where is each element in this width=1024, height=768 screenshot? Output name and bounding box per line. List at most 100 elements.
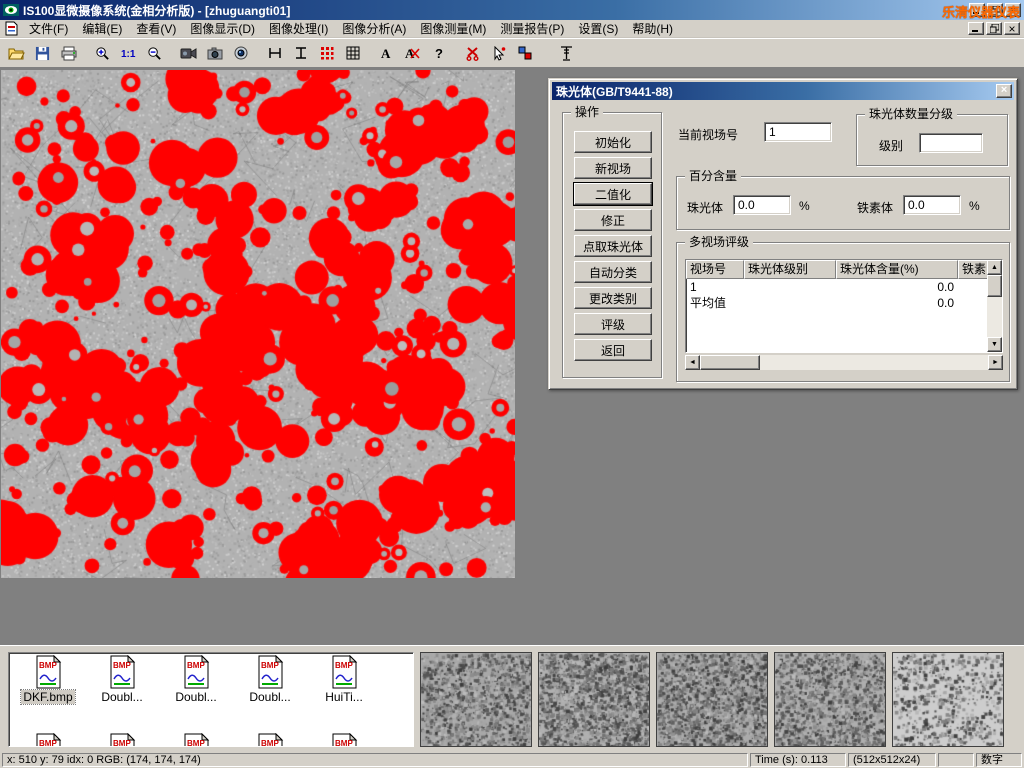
pointer-button[interactable] (486, 41, 511, 66)
grid-button[interactable] (340, 41, 365, 66)
thumbnail-image[interactable] (420, 652, 532, 747)
save-button[interactable] (30, 41, 55, 66)
dialog-title-bar[interactable]: 珠光体(GB/T9441-88) × (552, 82, 1014, 100)
file-item[interactable]: BMP (85, 733, 159, 747)
scroll-right-icon[interactable]: ► (988, 355, 1003, 370)
file-list[interactable]: BMP DKF.bmp BMP Doubl... (8, 652, 414, 747)
rate-button[interactable]: 评级 (574, 313, 652, 335)
grade-label: 级别 (879, 137, 903, 154)
table-row[interactable]: 1 0.0 (686, 279, 1002, 295)
delete-text-icon: A (405, 46, 420, 60)
menu-settings[interactable]: 设置(S) (571, 19, 625, 38)
table-vertical-scrollbar[interactable]: ▲ ▼ (987, 260, 1002, 352)
col-pearlite-content[interactable]: 珠光体含量(%) (836, 260, 958, 279)
grade-input[interactable] (919, 133, 983, 153)
col-field-no[interactable]: 视场号 (686, 260, 744, 279)
correct-button[interactable]: 修正 (574, 209, 652, 231)
color-picker-button[interactable] (512, 41, 537, 66)
menu-view[interactable]: 查看(V) (129, 19, 183, 38)
cell-content: 0.0 (836, 279, 958, 295)
table-horizontal-scrollbar[interactable]: ◄ ► (685, 355, 1003, 370)
stage-measure-button[interactable] (554, 41, 579, 66)
operation-group-label: 操作 (571, 105, 603, 119)
annotate-text-button[interactable]: A (374, 41, 399, 66)
return-button[interactable]: 返回 (574, 339, 652, 361)
point-count-icon (320, 46, 334, 60)
file-item[interactable]: BMP Doubl... (233, 655, 307, 704)
restore-button[interactable] (987, 3, 1003, 17)
file-name: Doubl... (173, 690, 218, 704)
menu-image-display[interactable]: 图像显示(D) (183, 19, 262, 38)
actual-size-button[interactable]: 1:1 (116, 41, 141, 66)
horizontal-scroll-thumb[interactable] (700, 355, 760, 370)
metallograph-image[interactable] (1, 70, 515, 578)
file-item[interactable]: BMP (233, 733, 307, 747)
multi-field-group: 多视场评级 视场号 珠光体级别 珠光体含量(%) 铁素 1 0.0 (676, 242, 1010, 382)
file-name: Doubl... (247, 690, 292, 704)
zoom-out-button[interactable] (142, 41, 167, 66)
thumbnail-image[interactable] (656, 652, 768, 747)
child-restore-button[interactable] (986, 22, 1002, 35)
thumbnail-image[interactable] (892, 652, 1004, 747)
auto-classify-button[interactable]: 自动分类 (574, 261, 652, 283)
camera-button[interactable] (202, 41, 227, 66)
file-item[interactable]: BMP DKF.bmp (11, 655, 85, 704)
menu-image-analysis[interactable]: 图像分析(A) (335, 19, 413, 38)
file-item[interactable]: BMP (307, 733, 381, 747)
pearlite-label: 珠光体 (687, 199, 723, 216)
delete-text-button[interactable]: A (400, 41, 425, 66)
menu-help[interactable]: 帮助(H) (625, 19, 680, 38)
percent-group: 百分含量 珠光体 % 铁素体 % (676, 176, 1010, 230)
zoom-in-button[interactable] (90, 41, 115, 66)
measure-vertical-button[interactable] (288, 41, 313, 66)
col-pearlite-grade[interactable]: 珠光体级别 (744, 260, 836, 279)
menu-image-measure[interactable]: 图像测量(M) (413, 19, 493, 38)
new-field-button[interactable]: 新视场 (574, 157, 652, 179)
menu-file[interactable]: 文件(F) (22, 19, 75, 38)
scroll-up-icon[interactable]: ▲ (987, 260, 1002, 275)
svg-text:BMP: BMP (335, 739, 353, 747)
help-button[interactable]: ? (426, 41, 451, 66)
print-button[interactable] (56, 41, 81, 66)
thumbnail-image[interactable] (774, 652, 886, 747)
delete-measure-button[interactable] (460, 41, 485, 66)
scroll-left-icon[interactable]: ◄ (685, 355, 700, 370)
child-window-icon[interactable] (4, 21, 19, 36)
zoom-in-icon (95, 46, 110, 61)
dialog-close-button[interactable]: × (996, 84, 1012, 98)
ferrite-input[interactable] (903, 195, 961, 215)
menu-edit[interactable]: 编辑(E) (75, 19, 129, 38)
scroll-down-icon[interactable]: ▼ (987, 337, 1002, 352)
file-item[interactable]: BMP (159, 733, 233, 747)
close-button[interactable]: × (1005, 3, 1021, 17)
child-minimize-button[interactable] (968, 22, 984, 35)
pearlite-dialog: 珠光体(GB/T9441-88) × 操作 初始化 新视场 二值化 修正 点取珠… (548, 78, 1018, 390)
pick-pearlite-button[interactable]: 点取珠光体 (574, 235, 652, 257)
file-item[interactable]: BMP Doubl... (159, 655, 233, 704)
point-count-button[interactable] (314, 41, 339, 66)
file-name: DKF.bmp (21, 690, 74, 704)
table-row[interactable]: 平均值 0.0 (686, 295, 1002, 311)
menu-image-processing[interactable]: 图像处理(I) (262, 19, 335, 38)
menu-measure-report[interactable]: 测量报告(P) (493, 19, 571, 38)
open-icon (8, 46, 25, 61)
minimize-button[interactable] (969, 3, 985, 17)
child-close-button[interactable]: × (1004, 22, 1020, 35)
file-item[interactable]: BMP HuiTi... (307, 655, 381, 704)
file-item[interactable]: BMP (11, 733, 85, 747)
file-item[interactable]: BMP Doubl... (85, 655, 159, 704)
current-field-input[interactable] (764, 122, 832, 142)
pearlite-input[interactable] (733, 195, 791, 215)
measure-horizontal-button[interactable] (262, 41, 287, 66)
vertical-scroll-thumb[interactable] (987, 275, 1002, 297)
init-button[interactable]: 初始化 (574, 131, 652, 153)
title-bar[interactable]: IS100显微摄像系统(金相分析版) - [zhuguangti01] × (0, 0, 1024, 20)
svg-text:BMP: BMP (261, 739, 279, 747)
binarize-button[interactable]: 二值化 (574, 183, 652, 205)
video-capture-button[interactable] (176, 41, 201, 66)
lens-button[interactable] (228, 41, 253, 66)
thumbnail-image[interactable] (538, 652, 650, 747)
open-button[interactable] (4, 41, 29, 66)
change-class-button[interactable]: 更改类别 (574, 287, 652, 309)
bmp-file-icon: BMP (33, 733, 63, 747)
